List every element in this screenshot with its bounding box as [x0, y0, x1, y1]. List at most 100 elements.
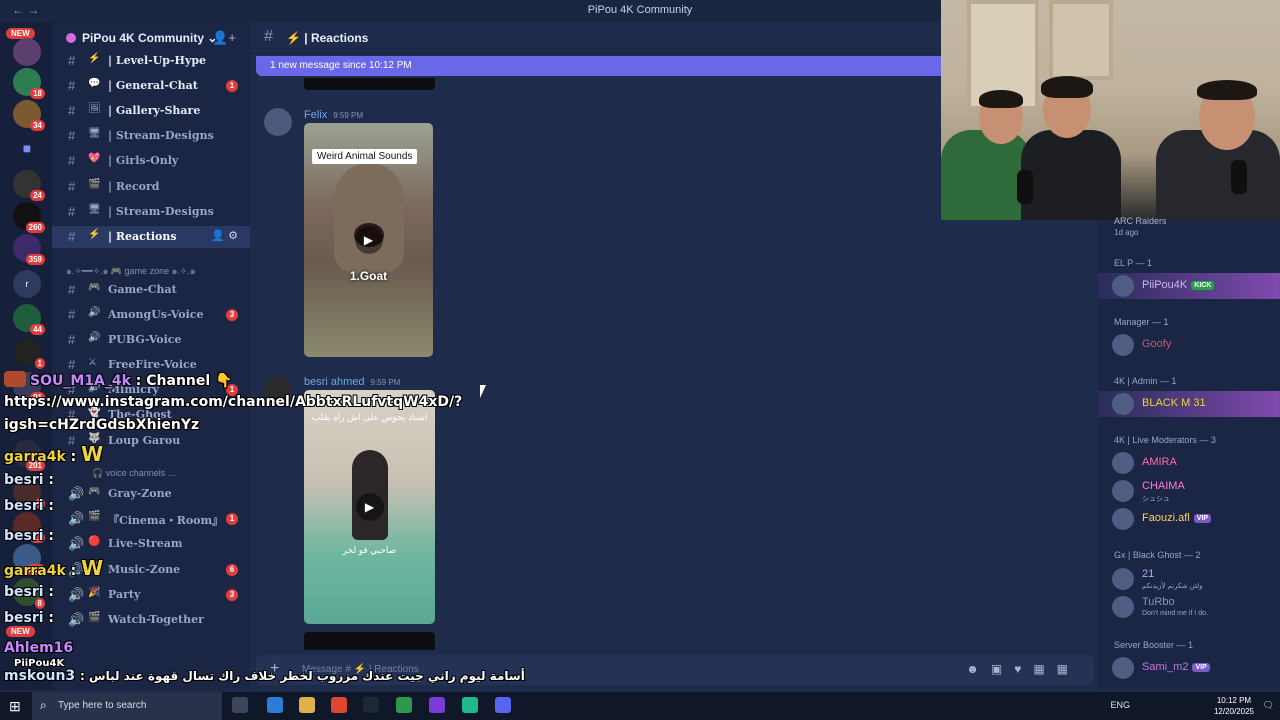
server-icon[interactable]: 260: [13, 202, 45, 233]
channel-emoji: 💬: [88, 78, 101, 89]
server-icon[interactable]: [13, 38, 41, 66]
channel-item[interactable]: # 🎬 | Record: [52, 176, 250, 198]
voice-channel-item[interactable]: 🔊 🎉 Party 3: [52, 584, 250, 606]
avatar: [1112, 334, 1134, 356]
avatar[interactable]: [264, 108, 292, 136]
add-user-icon[interactable]: 👤+: [212, 30, 236, 46]
member-row[interactable]: Sami_m2 VIP: [1112, 656, 1280, 680]
role-tag: KICK: [1191, 281, 1215, 290]
channel-item[interactable]: # 🎮 Game-Chat: [52, 279, 250, 301]
member-status: Don't mind me if I do.: [1142, 610, 1208, 617]
member-row[interactable]: Goofy: [1112, 333, 1280, 357]
channel-item[interactable]: # 💬 | General-Chat 1: [52, 75, 250, 97]
play-icon[interactable]: ▶: [355, 493, 384, 521]
category-voice[interactable]: 🎧 voice channels ...: [92, 468, 175, 479]
speaker-icon: 🔊: [68, 486, 85, 501]
discord-icon[interactable]: [495, 697, 511, 713]
hash-icon: #: [264, 28, 273, 45]
guild-header[interactable]: PiPou 4K Community ⌄: [66, 31, 217, 45]
overlay-bottom-message: mskoun3 : أسامة ليوم راني جيت عندك مزروب…: [4, 668, 525, 684]
member-row[interactable]: PiiPou4K KICK: [1112, 274, 1280, 298]
brave-icon[interactable]: [331, 697, 347, 713]
video-attachment[interactable]: استاذ يحوس على اش راه يقلب ▶ صاحبي فو لخ…: [304, 390, 435, 624]
channel-item[interactable]: # 🔊 PUBG-Voice: [52, 329, 250, 351]
member-row[interactable]: 21 ولئن شكرتم لأزيدنكم: [1112, 567, 1280, 591]
member-name: BLACK M 31: [1142, 397, 1206, 409]
channel-item[interactable]: # 🖥 | Stream-Designs: [52, 125, 250, 147]
server-icon[interactable]: 18: [13, 68, 45, 99]
unread-count-badge: 1: [226, 513, 238, 525]
voice-channel-item[interactable]: 🔊 🎬 『Cinema・Room』 1: [52, 508, 250, 530]
app-icon[interactable]: [267, 697, 283, 713]
new-tag: NEW: [6, 28, 35, 39]
new-tag: NEW: [6, 626, 35, 637]
taskbar-search[interactable]: ⌕ Type here to search: [32, 692, 222, 720]
steam-icon[interactable]: [363, 697, 379, 713]
server-icon[interactable]: 359: [13, 234, 45, 265]
avatar: [1112, 568, 1134, 590]
task-view-icon[interactable]: [232, 697, 248, 713]
member-group-title: Server Booster — 1: [1114, 640, 1194, 650]
overlay-link: https://www.instagram.com/channel/AbbtxR…: [4, 394, 463, 410]
overlay-user: Ahlem16: [4, 640, 74, 656]
voice-channel-item[interactable]: 🔊 🎮 Gray-Zone: [52, 483, 250, 505]
channel-name: | Stream-Designs: [108, 129, 214, 142]
member-row[interactable]: TuRbo Don't mind me if I do.: [1112, 595, 1280, 619]
overlay-link-2: igsh=cHZrdGdsbXhienYz: [4, 417, 200, 433]
voice-channel-item[interactable]: 🔊 🔴 Live-Stream: [52, 533, 250, 555]
channel-item[interactable]: # 🔊 AmongUs-Voice 3: [52, 304, 250, 326]
mouse-cursor: [480, 385, 486, 398]
new-messages-bar[interactable]: 1 new message since 10:12 PM: [256, 56, 956, 76]
server-icon[interactable]: 34: [13, 100, 45, 131]
overlay-chat-row: besri :: [4, 472, 55, 488]
video-attachment[interactable]: Weird Animal Sounds ▶ 1.Goat: [304, 123, 433, 357]
server-icon[interactable]: 44: [13, 304, 45, 335]
server-folder[interactable]: r: [13, 270, 41, 298]
hair: [979, 90, 1023, 108]
composer-icons[interactable]: ☻▣♥▦▦: [966, 662, 1080, 676]
member-name: 21: [1142, 568, 1155, 580]
message-author[interactable]: besri ahmed 9:59 PM: [304, 376, 400, 388]
app-icon[interactable]: [462, 697, 478, 713]
folder-icon[interactable]: ■: [13, 134, 41, 162]
channel-item[interactable]: # 💖 | Girls-Only: [52, 150, 250, 172]
member-row[interactable]: AMIRA: [1112, 451, 1280, 475]
message-author[interactable]: Felix 9:59 PM: [304, 109, 363, 121]
member-group-title: Gx | Black Ghost — 2: [1114, 550, 1201, 560]
server-icon[interactable]: 24: [13, 170, 45, 201]
avatar: [1112, 508, 1134, 530]
avatar: [1112, 596, 1134, 618]
file-explorer-icon[interactable]: [299, 697, 315, 713]
windows-start-icon[interactable]: ⊞: [9, 698, 21, 715]
language-indicator[interactable]: ENG: [1110, 700, 1130, 710]
member-row[interactable]: BLACK M 31: [1112, 392, 1280, 416]
clock[interactable]: 10:12 PM 12/20/2025: [1214, 695, 1254, 717]
channel-item[interactable]: # 🖼 | Gallery-Share: [52, 100, 250, 122]
channel-item[interactable]: # 🖥 | Stream-Designs: [52, 201, 250, 223]
channel-name: | General-Chat: [108, 79, 198, 92]
hash-icon: #: [68, 357, 76, 372]
app-icon[interactable]: [429, 697, 445, 713]
app-icon[interactable]: [396, 697, 412, 713]
unread-count-badge: 3: [226, 589, 238, 601]
channel-name: | Record: [108, 180, 160, 193]
taskbar: ⊞ ⌕ Type here to search ENG 10:12 PM 12/2…: [0, 692, 1280, 720]
settings-icon[interactable]: 👤 ⚙: [211, 229, 238, 242]
overlay-chat-row: besri :: [4, 610, 55, 626]
speaker-icon: 🔊: [68, 587, 85, 602]
play-icon[interactable]: ▶: [354, 226, 383, 254]
unread-count-badge: 3: [226, 309, 238, 321]
channel-name: | Reactions: [108, 230, 177, 243]
server-icon[interactable]: 1: [13, 338, 45, 369]
hash-icon: #: [68, 179, 76, 194]
member-row[interactable]: Faouzi.afl VIP: [1112, 507, 1280, 531]
voice-channel-item[interactable]: 🔊 🎬 Watch-Together: [52, 609, 250, 631]
notification-icon[interactable]: 🗨: [1263, 700, 1274, 711]
member-row[interactable]: CHAIMA シュシュ: [1112, 479, 1280, 503]
hash-icon: #: [68, 153, 76, 168]
hair: [1197, 80, 1257, 100]
channel-item[interactable]: # ⚡ | Level-Up-Hype: [52, 50, 250, 72]
channel-emoji: ⚡: [88, 229, 101, 240]
category-game-zone[interactable]: ๑.✧━━✧.๑ 🎮 game zone ๑.✧.๑: [66, 264, 196, 278]
channel-item[interactable]: # ⚡ | Reactions 👤 ⚙: [52, 226, 250, 248]
